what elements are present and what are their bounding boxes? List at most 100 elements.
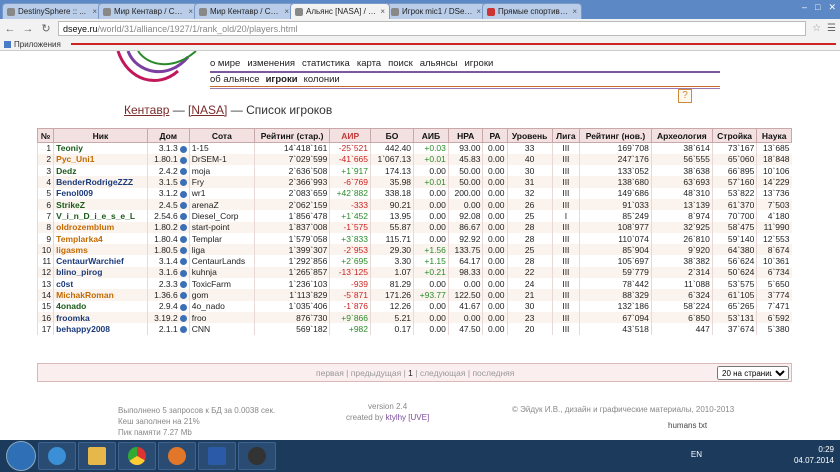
world-link[interactable]: Кентавр	[124, 103, 169, 117]
column-header[interactable]: Стройка	[711, 128, 758, 143]
player-name-link[interactable]: behappy2008	[53, 323, 148, 335]
column-header[interactable]: РА	[482, 128, 508, 143]
pager-prev[interactable]: предыдущая	[351, 368, 401, 378]
player-name-link[interactable]: V_i_n_D_i_e_s_e_L	[53, 210, 148, 222]
column-header[interactable]: Дом	[146, 128, 190, 143]
player-name-link[interactable]: froomka	[53, 311, 148, 324]
column-header[interactable]: Рейтинг (стар.)	[253, 128, 331, 143]
column-header[interactable]: Рейтинг (нов.)	[579, 128, 652, 143]
colony-link[interactable]: Templar	[188, 232, 255, 245]
colony-link[interactable]: DrSEM-1	[188, 153, 255, 166]
colony-link[interactable]: froo	[188, 311, 255, 324]
creator-link[interactable]: ktylhy [UVE]	[386, 413, 430, 422]
taskbar-app[interactable]	[238, 442, 276, 470]
colony-link[interactable]: gom	[188, 289, 255, 301]
column-header[interactable]: №	[36, 128, 55, 143]
colony-link[interactable]: CentaurLands	[188, 255, 255, 267]
browser-tab[interactable]: DestinySphere :: ... ×	[2, 3, 102, 19]
column-header[interactable]: Ник	[53, 128, 148, 143]
browser-tab[interactable]: Альянс [NASA] / Список×	[290, 3, 390, 19]
humans-txt-link[interactable]: humans txt	[668, 421, 707, 430]
pager-last[interactable]: последняя	[472, 368, 514, 378]
browser-tab[interactable]: Мир Кентавр / Список и...×	[98, 3, 198, 19]
browser-tab[interactable]: Мир Кентавр / Список и...×	[194, 3, 294, 19]
player-name-link[interactable]: Templarka4	[53, 232, 148, 245]
browser-tab[interactable]: Игрок mic1 / DSeye — ан...×	[386, 3, 486, 19]
column-header[interactable]: Лига	[551, 128, 581, 143]
per-page-select[interactable]: 20 на странице	[717, 366, 789, 380]
player-name-link[interactable]: 4onado	[53, 300, 148, 312]
column-header[interactable]: Археология	[650, 128, 713, 143]
url-input[interactable]: dseye.ru/world/31/alliance/1927/1/rank_o…	[58, 21, 807, 36]
colony-link[interactable]: liga	[188, 244, 255, 256]
player-name-link[interactable]: Fenol009	[53, 187, 148, 199]
help-button[interactable]: ?	[678, 89, 692, 103]
back-icon[interactable]: ←	[4, 23, 16, 35]
browser-tab[interactable]: Прямые спортивные вид...×	[482, 3, 582, 19]
colony-link[interactable]: arenaZ	[188, 198, 255, 211]
menu-icon[interactable]: ☰	[827, 23, 836, 34]
bookmark-star-icon[interactable]: ☆	[812, 23, 821, 34]
colony-link[interactable]: moja	[188, 165, 255, 177]
player-name-link[interactable]: Pyc_Uni1	[53, 153, 148, 166]
player-name-link[interactable]: MichakRoman	[53, 289, 148, 301]
alliance-link[interactable]: [NASA]	[188, 103, 227, 117]
colony-link[interactable]: Diesel_Corp	[188, 210, 255, 222]
taskbar-media[interactable]	[158, 442, 196, 470]
taskbar-chrome[interactable]	[118, 442, 156, 470]
subnav-link[interactable]: колонии	[304, 74, 340, 85]
nav-link[interactable]: изменения	[247, 58, 295, 69]
player-name-link[interactable]: blino_pirog	[53, 266, 148, 279]
player-name-link[interactable]: CentaurWarchief	[53, 255, 148, 267]
column-header[interactable]: Наука	[756, 128, 792, 143]
column-header[interactable]: АИР	[329, 128, 372, 143]
player-name-link[interactable]: Teoniy	[53, 142, 148, 154]
nav-link[interactable]: о мире	[210, 58, 240, 69]
colony-link[interactable]: start-point	[188, 221, 255, 233]
colony-link[interactable]: ToxicFarm	[188, 278, 255, 290]
player-name-link[interactable]: ligasms	[53, 244, 148, 256]
subnav-link[interactable]: об альянсе	[210, 74, 260, 85]
player-name-link[interactable]: c0st	[53, 278, 148, 290]
language-indicator[interactable]: EN	[691, 449, 702, 460]
nav-link[interactable]: карта	[357, 58, 381, 69]
pager-next[interactable]: следующая	[420, 368, 466, 378]
taskbar-ie[interactable]	[38, 442, 76, 470]
column-header[interactable]: АИБ	[413, 128, 449, 143]
nav-link[interactable]: альянсы	[420, 58, 458, 69]
close-tab-icon[interactable]: ×	[380, 7, 385, 16]
colony-link[interactable]: kuhnja	[188, 266, 255, 279]
colony-link[interactable]: 4o_nado	[188, 300, 255, 312]
pager-first[interactable]: первая	[316, 368, 344, 378]
close-tab-icon[interactable]: ×	[284, 7, 289, 16]
start-button[interactable]	[6, 441, 36, 471]
column-header[interactable]: Уровень	[506, 128, 553, 143]
close-tab-icon[interactable]: ×	[476, 7, 481, 16]
close-tab-icon[interactable]: ×	[92, 7, 97, 16]
column-header[interactable]: БО	[370, 128, 415, 143]
close-tab-icon[interactable]: ×	[188, 7, 193, 16]
close-tab-icon[interactable]: ×	[572, 7, 577, 16]
column-header[interactable]: НРА	[447, 128, 484, 143]
maximize-icon[interactable]: □	[815, 2, 820, 13]
colony-link[interactable]: 1-15	[188, 142, 255, 154]
player-name-link[interactable]: oldrozemblum	[53, 221, 148, 233]
subnav-link[interactable]: игроки	[266, 74, 298, 85]
colony-link[interactable]: wr1	[188, 187, 255, 199]
nav-link[interactable]: поиск	[388, 58, 413, 69]
nav-link[interactable]: игроки	[465, 58, 494, 69]
column-header[interactable]: Сота	[188, 128, 255, 143]
reload-icon[interactable]: ↻	[40, 23, 52, 35]
player-name-link[interactable]: Dedz	[53, 165, 148, 177]
taskbar-explorer[interactable]	[78, 442, 116, 470]
nav-link[interactable]: статистика	[302, 58, 350, 69]
taskbar-word[interactable]	[198, 442, 236, 470]
player-name-link[interactable]: BenderRodrigeZZZ	[53, 176, 148, 188]
forward-icon[interactable]: →	[22, 23, 34, 35]
minimize-icon[interactable]: –	[802, 2, 807, 13]
close-icon[interactable]: ✕	[828, 2, 836, 13]
colony-link[interactable]: CNN	[188, 323, 255, 335]
apps-bookmark[interactable]: Приложения	[4, 40, 61, 49]
player-name-link[interactable]: StrikeZ	[53, 198, 148, 211]
colony-link[interactable]: Fry	[188, 176, 255, 188]
